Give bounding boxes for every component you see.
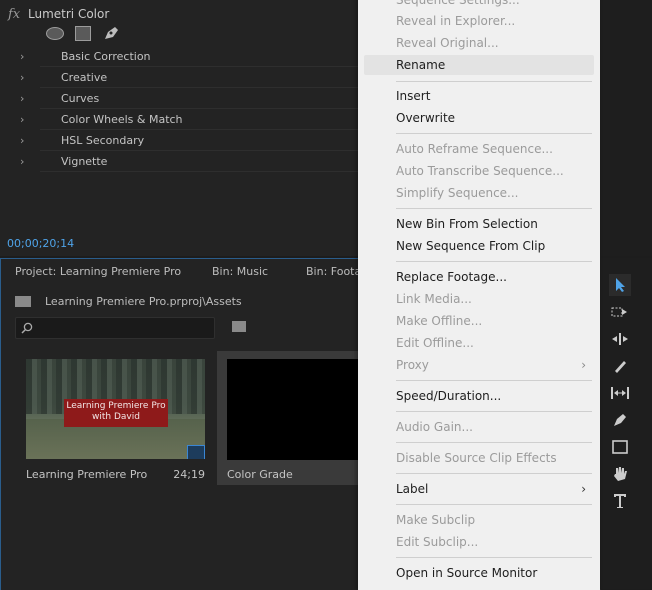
menu-item-make-subclip[interactable]: Make Subclip [396, 510, 475, 530]
type-icon[interactable] [609, 490, 631, 512]
slip-icon[interactable] [609, 382, 631, 404]
menu-separator [396, 442, 592, 443]
tools-panel [600, 258, 652, 589]
section-creative[interactable]: › Creative [20, 67, 358, 88]
section-color-wheels[interactable]: › Color Wheels & Match [20, 109, 358, 130]
section-vignette[interactable]: › Vignette [20, 151, 358, 172]
tab-project[interactable]: Project: Learning Premiere Pro [15, 265, 212, 278]
chevron-right-icon[interactable]: › [20, 113, 34, 126]
rectangle-mask-icon[interactable] [75, 25, 91, 41]
breadcrumb: Learning Premiere Pro.prproj\Assets [15, 295, 242, 308]
menu-item-speed-duration[interactable]: Speed/Duration... [396, 386, 501, 406]
section-curves[interactable]: › Curves [20, 88, 358, 109]
chevron-right-icon[interactable]: › [20, 71, 34, 84]
playhead-timecode[interactable]: 00;00;20;14 [7, 237, 74, 250]
clip-thumbnail[interactable]: Learning Premiere Pro with David [26, 359, 205, 459]
item-duration: 24;19 [173, 468, 205, 481]
rectangle-icon[interactable] [609, 436, 631, 458]
menu-item-rename[interactable]: Rename [396, 55, 445, 75]
chevron-right-icon[interactable]: › [20, 50, 34, 63]
menu-separator [396, 473, 592, 474]
section-hsl-secondary[interactable]: › HSL Secondary [20, 130, 358, 151]
ellipse-mask-icon[interactable] [46, 26, 64, 40]
search-icon [21, 322, 33, 334]
menu-item-proxy[interactable]: Proxy [396, 355, 429, 375]
menu-item-link-media[interactable]: Link Media... [396, 289, 472, 309]
bin-path: Learning Premiere Pro.prproj\Assets [45, 295, 242, 308]
track-select-forward-icon[interactable] [609, 301, 631, 323]
chevron-right-icon: › [581, 482, 586, 496]
menu-separator [396, 380, 592, 381]
section-basic-correction[interactable]: › Basic Correction [20, 46, 358, 67]
menu-item-disable-source-clip-effects[interactable]: Disable Source Clip Effects [396, 448, 557, 468]
pen-mask-icon[interactable] [102, 25, 120, 41]
item-name[interactable]: Learning Premiere Pro [26, 468, 147, 481]
menu-separator [396, 81, 592, 82]
clip-thumbnail[interactable] [227, 359, 377, 460]
section-label: Curves [61, 92, 100, 105]
menu-item-new-bin-from-selection[interactable]: New Bin From Selection [396, 214, 538, 234]
menu-item-insert[interactable]: Insert [396, 86, 430, 106]
tab-bin-music[interactable]: Bin: Music [212, 265, 306, 278]
menu-item-audio-gain[interactable]: Audio Gain... [396, 417, 473, 437]
chevron-right-icon[interactable]: › [20, 92, 34, 105]
project-tabs: Project: Learning Premiere Pro Bin: Musi… [15, 265, 368, 278]
section-label: Vignette [61, 155, 108, 168]
ripple-edit-icon[interactable] [609, 328, 631, 350]
new-search-bin-icon[interactable] [232, 321, 246, 332]
menu-separator [396, 557, 592, 558]
menu-separator [396, 208, 592, 209]
project-item[interactable]: Learning Premiere Pro with David Learning… [15, 351, 215, 485]
menu-item-edit-subclip[interactable]: Edit Subclip... [396, 532, 478, 552]
menu-item-label[interactable]: Label [396, 479, 428, 499]
panel-edge [600, 0, 652, 256]
menu-item-auto-reframe[interactable]: Auto Reframe Sequence... [396, 139, 553, 159]
menu-item-simplify-sequence[interactable]: Simplify Sequence... [396, 183, 519, 203]
mask-tools [46, 25, 120, 41]
search-input[interactable] [38, 318, 208, 338]
hand-icon[interactable] [609, 463, 631, 485]
menu-item-replace-footage[interactable]: Replace Footage... [396, 267, 507, 287]
project-search[interactable] [15, 317, 215, 339]
razor-icon[interactable] [609, 355, 631, 377]
menu-item-overwrite[interactable]: Overwrite [396, 108, 455, 128]
context-menu: Sequence Settings... Reveal in Explorer.… [358, 0, 600, 590]
pen-icon[interactable] [609, 409, 631, 431]
menu-item-edit-offline[interactable]: Edit Offline... [396, 333, 474, 353]
fx-icon[interactable]: fx [8, 7, 20, 22]
section-label: Creative [61, 71, 108, 84]
chevron-right-icon[interactable]: › [20, 134, 34, 147]
chevron-right-icon: › [581, 358, 586, 372]
menu-item-reveal-in-explorer[interactable]: Reveal in Explorer... [396, 11, 515, 31]
section-label: HSL Secondary [61, 134, 145, 147]
section-label: Basic Correction [61, 50, 151, 63]
selection-tool-icon[interactable] [609, 274, 631, 296]
effect-name: Lumetri Color [28, 7, 110, 21]
menu-separator [396, 504, 592, 505]
menu-separator [396, 133, 592, 134]
chevron-right-icon[interactable]: › [20, 155, 34, 168]
section-label: Color Wheels & Match [61, 113, 183, 126]
menu-separator [396, 411, 592, 412]
menu-item-auto-transcribe[interactable]: Auto Transcribe Sequence... [396, 161, 564, 181]
lumetri-effect-header[interactable]: fx Lumetri Color [8, 4, 109, 24]
project-item[interactable]: Color Grade [217, 351, 377, 485]
menu-item-sequence-settings[interactable]: Sequence Settings... [396, 0, 520, 10]
menu-item-make-offline[interactable]: Make Offline... [396, 311, 482, 331]
sequence-badge-icon [187, 445, 205, 459]
menu-separator [396, 261, 592, 262]
divider [40, 171, 358, 172]
title-overlay: Learning Premiere Pro with David [64, 399, 168, 427]
menu-item-reveal-original[interactable]: Reveal Original... [396, 33, 499, 53]
menu-item-new-sequence-from-clip[interactable]: New Sequence From Clip [396, 236, 545, 256]
folder-up-icon[interactable] [15, 296, 31, 307]
item-name[interactable]: Color Grade [227, 468, 293, 481]
menu-item-open-in-source-monitor[interactable]: Open in Source Monitor [396, 563, 537, 583]
